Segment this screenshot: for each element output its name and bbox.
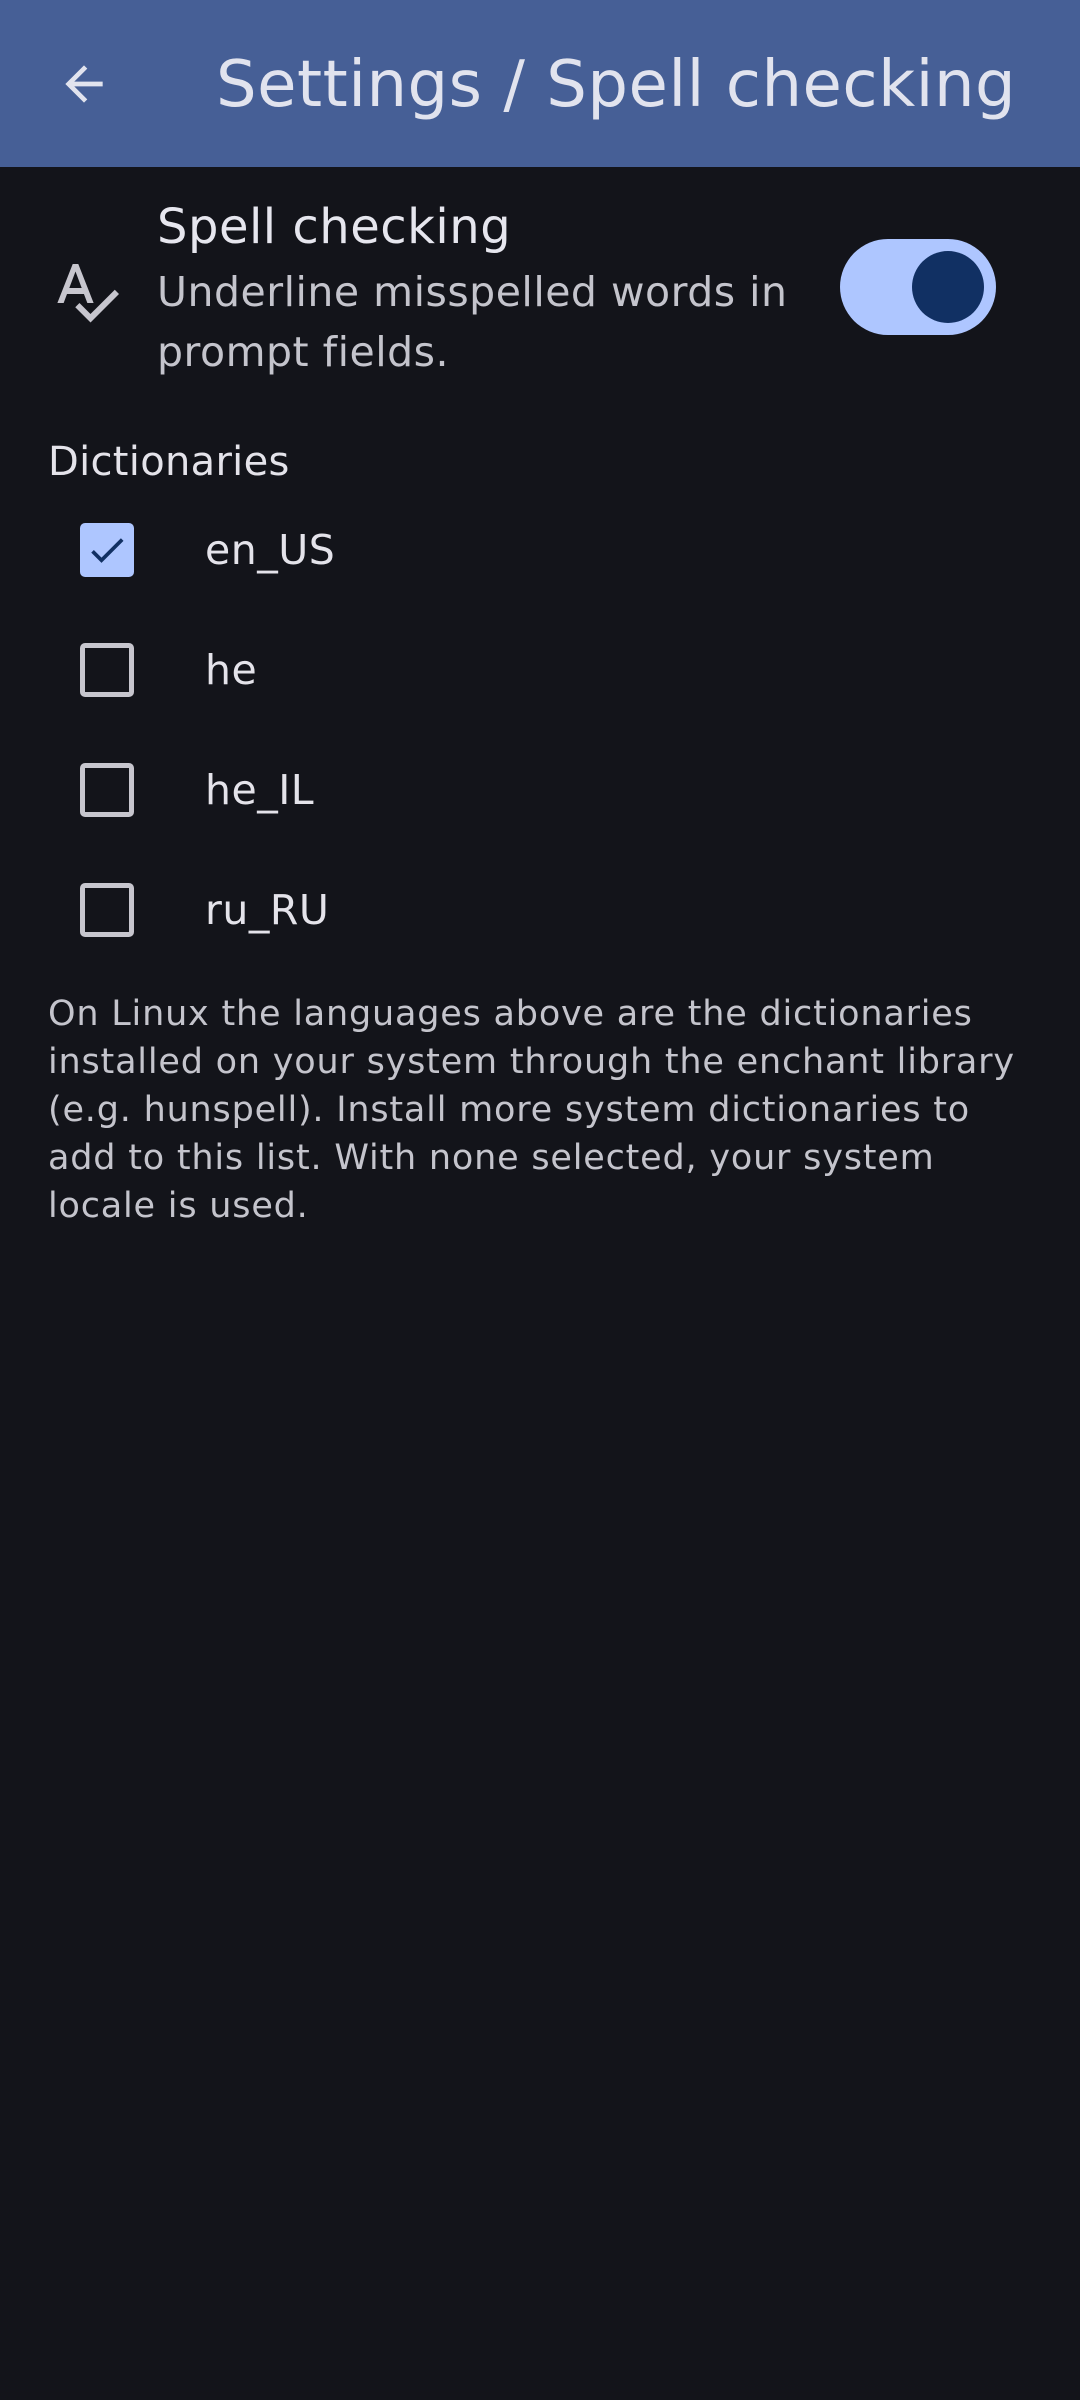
- spell-checking-setting[interactable]: Spell checking Underline misspelled word…: [0, 167, 1080, 407]
- setting-title: Spell checking: [157, 199, 512, 255]
- page-title: Settings / Spell checking: [216, 48, 1017, 122]
- dictionary-item-ru-ru[interactable]: ru_RU: [0, 850, 1080, 970]
- dictionary-label: he: [205, 646, 258, 694]
- dictionaries-header: Dictionaries: [48, 439, 290, 485]
- spellcheck-icon: [57, 264, 119, 323]
- top-app-bar: Settings / Spell checking: [0, 0, 1080, 167]
- dictionary-label: he_IL: [205, 766, 315, 814]
- dictionary-item-en-us[interactable]: en_US: [0, 490, 1080, 610]
- dictionary-item-he-il[interactable]: he_IL: [0, 730, 1080, 850]
- checkbox-ru-ru[interactable]: [80, 883, 134, 937]
- setting-description: Underline misspelled words in prompt fie…: [157, 268, 788, 376]
- dictionary-item-he[interactable]: he: [0, 610, 1080, 730]
- spell-checking-toggle[interactable]: [840, 239, 996, 335]
- dictionaries-footnote: On Linux the languages above are the dic…: [48, 994, 1015, 1226]
- dictionary-label: en_US: [205, 526, 336, 574]
- dictionary-label: ru_RU: [205, 886, 330, 934]
- back-button[interactable]: [34, 34, 134, 134]
- checkbox-he-il[interactable]: [80, 763, 134, 817]
- check-icon: [91, 538, 124, 563]
- arrow-back-icon: [65, 65, 103, 103]
- toggle-knob: [912, 251, 984, 323]
- checkbox-en-us[interactable]: [80, 523, 134, 577]
- checkbox-he[interactable]: [80, 643, 134, 697]
